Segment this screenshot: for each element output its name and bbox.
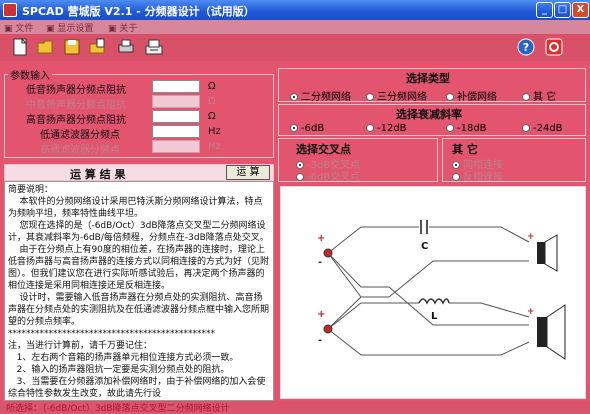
mid-impedance-unit: Ω — [208, 96, 216, 107]
minus-top-label: - — [318, 257, 322, 268]
slope-option-18db[interactable]: -18dB — [446, 123, 487, 134]
radio-icon — [296, 173, 304, 181]
slope-option-12db[interactable]: -12dB — [366, 123, 407, 134]
params-title: 参数输入 — [8, 67, 52, 82]
woofer-impedance-input[interactable] — [152, 80, 200, 93]
plus-bottom-label: + — [317, 309, 325, 320]
minus-bottom-label: - — [318, 335, 322, 346]
maximize-button[interactable]: □ — [554, 2, 571, 18]
toolbar: ? — [0, 34, 590, 61]
crossover-title: 选择交叉点 — [296, 143, 351, 156]
app-icon — [3, 3, 17, 17]
menu-bar: ▣ 文件 ▣ 显示设置 ▣ 关于 — [0, 20, 590, 34]
tweeter-plus-label: + — [527, 232, 535, 242]
woofer-plus-label: + — [527, 307, 535, 317]
input-terminal-bottom — [323, 324, 333, 334]
slope-option-6db[interactable]: -6dB — [290, 123, 324, 134]
radio-icon — [366, 93, 374, 101]
radio-icon — [290, 93, 298, 101]
menu-display-settings[interactable]: ▣ 显示设置 — [46, 21, 93, 34]
exit-icon[interactable] — [544, 37, 564, 57]
woofer-icon — [537, 317, 547, 347]
results-textarea[interactable]: 简要说明： 本软件的分频网络设计采用巴特沃斯分频网络设计算法，特点为频响平坦，频… — [4, 181, 274, 401]
highpass-freq-label: 高通滤波器分频点 — [40, 145, 120, 156]
type-option-two-way[interactable]: 二分频网络 — [290, 88, 351, 103]
minimize-button[interactable]: _ — [536, 2, 553, 18]
radio-icon — [290, 124, 298, 132]
other-title: 其 它 — [452, 143, 478, 156]
open-folder-icon[interactable] — [36, 37, 56, 57]
lowpass-freq-label: 低通滤波器分频点 — [40, 130, 120, 141]
wire-lower-bottom — [327, 328, 530, 356]
highpass-freq-input[interactable] — [152, 140, 200, 153]
mid-impedance-input[interactable] — [152, 95, 200, 108]
type-option-three-way[interactable]: 三分频网络 — [366, 88, 427, 103]
compute-button[interactable]: 运 算 — [226, 165, 270, 180]
highpass-freq-unit: Hz — [208, 141, 221, 152]
close-button[interactable]: X — [572, 2, 589, 18]
mid-impedance-label: 中音扬声器分频点阻抗 — [26, 100, 126, 111]
inductor-label: L — [431, 311, 438, 322]
status-text: 所选择：（-6dB/Oct）3dB降落点交叉型二分频网络设计 — [6, 404, 230, 414]
other-option-reverse-phase[interactable]: 反相连接 — [452, 168, 503, 183]
menu-about[interactable]: ▣ 关于 — [108, 21, 137, 34]
svg-text:?: ? — [523, 41, 529, 54]
wire-upper — [327, 226, 419, 254]
radio-icon — [366, 124, 374, 132]
tweeter-icon — [537, 242, 545, 264]
type-option-other[interactable]: 其 它 — [522, 88, 556, 103]
window-title: SPCAD 营城版 V2.1 - 分频器设计（试用版） — [22, 5, 255, 18]
circuit-svg: + - + - C L + + — [317, 220, 566, 360]
new-icon[interactable] — [10, 37, 30, 57]
tweeter-impedance-label: 高音扬声器分频点阻抗 — [26, 115, 126, 126]
results-text: 简要说明： 本软件的分频网络设计采用巴特沃斯分频网络设计算法，特点为频响平坦，频… — [8, 185, 270, 399]
results-title: 运 算 结 果 — [70, 168, 126, 181]
radio-icon — [522, 93, 530, 101]
plus-top-label: + — [317, 233, 325, 244]
tweeter-cone — [544, 234, 558, 272]
input-terminal-top — [323, 248, 333, 258]
lowpass-freq-unit: Hz — [208, 126, 221, 137]
menu-file[interactable]: ▣ 文件 — [4, 21, 33, 34]
crossover-option-6db[interactable]: -6dB交叉点 — [296, 168, 360, 183]
type-select-title: 选择类型 — [406, 72, 450, 85]
radio-icon — [452, 173, 460, 181]
woofer-cone — [546, 304, 566, 360]
slope-option-24db[interactable]: -24dB — [522, 123, 563, 134]
type-option-compensation[interactable]: 补偿网络 — [446, 88, 497, 103]
help-icon[interactable]: ? — [516, 37, 536, 57]
status-bar: 所选择：（-6dB/Oct）3dB降落点交叉型二分频网络设计 — [0, 401, 590, 414]
radio-icon — [446, 124, 454, 132]
title-bar: SPCAD 营城版 V2.1 - 分频器设计（试用版） _ □ X — [0, 0, 590, 20]
radio-icon — [446, 93, 454, 101]
lowpass-freq-input[interactable] — [152, 125, 200, 138]
printer-icon[interactable] — [144, 37, 164, 57]
slope-title: 选择衰减斜率 — [396, 108, 462, 121]
radio-icon — [522, 124, 530, 132]
circuit-diagram: + - + - C L + + — [280, 186, 586, 399]
tweeter-impedance-input[interactable] — [152, 110, 200, 123]
open-file-icon[interactable] — [88, 37, 108, 57]
wire-lower-left — [327, 296, 362, 330]
tweeter-impedance-unit: Ω — [208, 111, 216, 122]
save-icon[interactable] — [62, 37, 82, 57]
wire-upper-right — [429, 226, 530, 243]
print-icon[interactable] — [116, 37, 136, 57]
wire-lower — [327, 252, 529, 298]
woofer-impedance-unit: Ω — [208, 81, 216, 92]
wire-after-inductor — [449, 302, 530, 318]
woofer-impedance-label: 低音扬声器分频点阻抗 — [26, 85, 126, 96]
capacitor-label: C — [421, 241, 428, 252]
wire-upper-return — [327, 252, 529, 326]
inductor — [418, 298, 450, 305]
